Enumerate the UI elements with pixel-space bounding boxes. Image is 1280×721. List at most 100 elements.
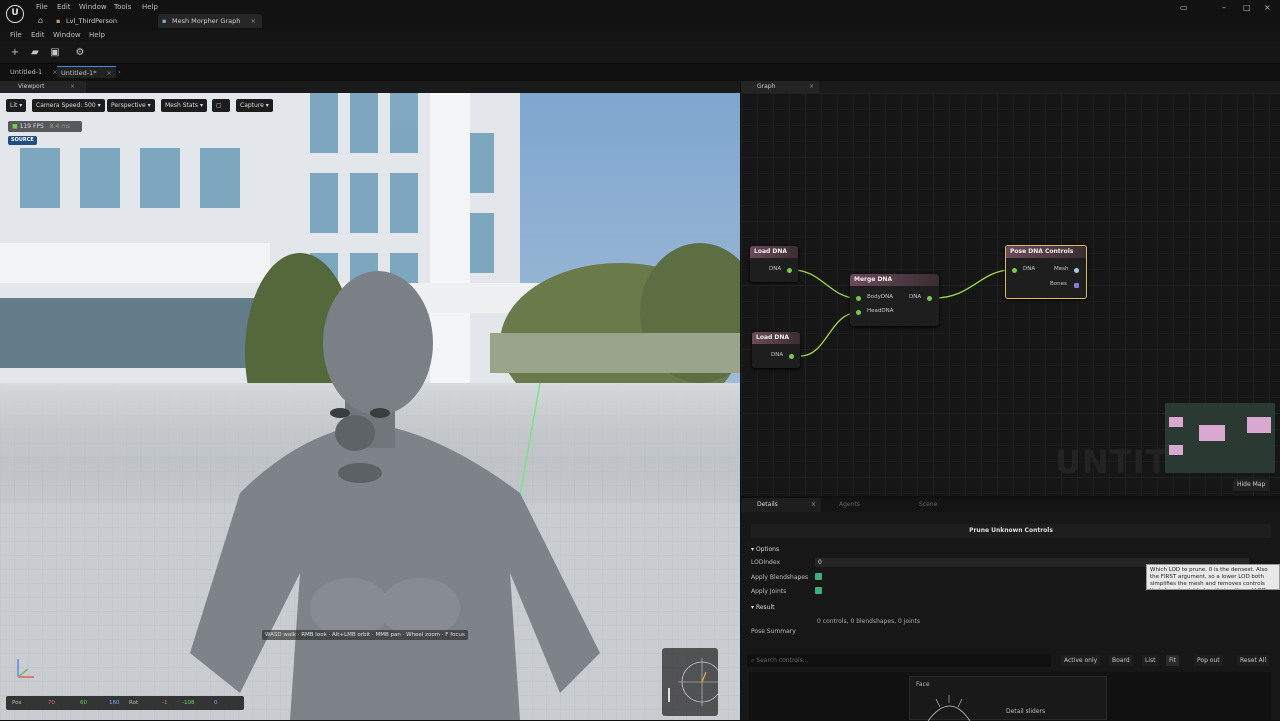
fps-status-icon: ■: [12, 123, 18, 130]
close-icon[interactable]: ×: [107, 69, 112, 77]
rot-y-value[interactable]: -108: [182, 696, 194, 710]
unreal-logo-icon[interactable]: U: [6, 5, 24, 23]
options-label: Options: [755, 546, 780, 553]
face-board[interactable]: Face Detail sliders: [909, 676, 1107, 721]
list-view-button[interactable]: List: [1142, 655, 1159, 666]
scene-background: [0, 93, 740, 720]
chevron-down-icon: ▾: [19, 102, 23, 109]
pin-dot[interactable]: [1012, 268, 1017, 273]
minimize-icon[interactable]: –: [1222, 3, 1226, 12]
fit-button[interactable]: Fit: [1166, 655, 1180, 666]
rot-z-value[interactable]: 0: [214, 696, 218, 710]
close-icon[interactable]: ×: [811, 498, 816, 512]
active-only-toggle[interactable]: Active only: [1061, 655, 1101, 666]
detail-sliders-label: Detail sliders: [1006, 708, 1046, 715]
lit-mode-button[interactable]: Lit ▾: [6, 99, 27, 112]
tab-mesh-morpher-graph[interactable]: ▪ Mesh Morpher Graph ×: [158, 14, 262, 28]
pos-x-value[interactable]: 70: [48, 696, 55, 710]
chevron-down-icon: ▾: [265, 102, 269, 109]
minimap-node: [1169, 445, 1183, 455]
fps-value: 119 FPS: [19, 123, 44, 130]
menu-help[interactable]: Help: [142, 3, 158, 11]
perspective-button[interactable]: Perspective ▾: [107, 99, 155, 112]
window-icon[interactable]: ▭: [1180, 3, 1188, 12]
pin-dna-out: DNA: [909, 294, 922, 300]
save-icon[interactable]: ▣: [49, 47, 61, 59]
editor-menu-file[interactable]: File: [10, 31, 22, 39]
maximize-icon[interactable]: □: [1243, 3, 1251, 12]
folder-icon[interactable]: ▰: [29, 47, 41, 59]
pin-dot[interactable]: [1074, 268, 1079, 273]
pop-out-button[interactable]: Pop out: [1194, 655, 1223, 666]
home-icon[interactable]: ⌂: [38, 16, 43, 25]
view-compass[interactable]: [662, 648, 726, 716]
editor-menu-edit[interactable]: Edit: [31, 31, 45, 39]
options-section[interactable]: ▾ Options: [751, 546, 779, 553]
lit-mode-label: Lit: [10, 102, 18, 109]
graph-minimap[interactable]: [1165, 403, 1275, 473]
board-view-button[interactable]: Board: [1109, 655, 1133, 666]
close-window-icon[interactable]: ×: [1264, 3, 1271, 12]
rot-x-value[interactable]: -1: [162, 696, 167, 710]
control-board[interactable]: Face Detail sliders: [749, 672, 1271, 721]
node-load-dna-2[interactable]: Load DNA DNA: [752, 332, 800, 368]
hint-zoom: Wheel zoom: [406, 632, 441, 638]
frame-button[interactable]: ▢: [212, 99, 230, 112]
node-graph[interactable]: UNTITLED Load DNA DNA Load DNA DNA Merge…: [741, 93, 1280, 496]
tab-viewport[interactable]: Viewport ×: [0, 81, 86, 93]
menu-edit[interactable]: Edit: [57, 3, 71, 11]
close-icon[interactable]: ×: [809, 81, 814, 93]
graph-icon: ▪: [162, 17, 167, 25]
search-controls-input[interactable]: ⌕ Search controls...: [747, 654, 1051, 667]
more-tabs-icon[interactable]: ›: [114, 66, 125, 78]
tab-agents[interactable]: Agents: [839, 498, 860, 512]
pin-head-dna: HeadDNA: [867, 308, 894, 314]
chevron-down-icon: ▾: [751, 546, 755, 553]
tab-details-label: Details: [757, 501, 778, 508]
apply-blendshapes-checkbox[interactable]: [815, 573, 822, 580]
node-load-dna-1[interactable]: Load DNA DNA: [750, 246, 798, 282]
menu-window[interactable]: Window: [79, 3, 107, 11]
tab-untitled-1-modified[interactable]: Untitled-1* ×: [57, 66, 116, 78]
pin-dot[interactable]: [1074, 283, 1079, 288]
tab-graph[interactable]: Graph ×: [741, 81, 819, 93]
details-header-title: Prune Unknown Controls: [969, 527, 1053, 534]
menu-tools[interactable]: Tools: [114, 3, 131, 11]
viewport[interactable]: Lit ▾ Camera Speed: 500 ▾ Perspective ▾ …: [0, 93, 740, 720]
editor-menu-help[interactable]: Help: [89, 31, 105, 39]
result-section[interactable]: ▾ Result: [751, 604, 774, 611]
tab-details[interactable]: Details ×: [741, 498, 821, 512]
pos-z-value[interactable]: 160: [109, 696, 120, 710]
tab-untitled-1[interactable]: Untitled-1 ×: [6, 66, 62, 78]
hint-focus: F focus: [445, 632, 465, 638]
capture-button[interactable]: Capture ▾: [236, 99, 273, 112]
apply-joints-checkbox[interactable]: [815, 587, 822, 594]
source-badge: SOURCE: [8, 136, 37, 145]
mesh-stats-button[interactable]: Mesh Stats ▾: [161, 99, 207, 112]
pin-dot[interactable]: [927, 296, 932, 301]
close-icon[interactable]: ×: [251, 14, 256, 28]
hide-map-button[interactable]: Hide Map: [1233, 479, 1270, 491]
node-pose-dna-controls[interactable]: Pose DNA Controls DNA Mesh Bones: [1005, 245, 1087, 299]
tab-untitled-1-label: Untitled-1: [10, 68, 43, 76]
pin-dot[interactable]: [856, 310, 861, 315]
pin-dot[interactable]: [789, 354, 794, 359]
settings-icon[interactable]: ⚙: [74, 47, 86, 59]
close-icon[interactable]: ×: [70, 81, 75, 93]
camera-speed-button[interactable]: Camera Speed: 500 ▾: [32, 99, 105, 112]
editor-menu-window[interactable]: Window: [53, 31, 81, 39]
chevron-down-icon: ▾: [199, 102, 203, 109]
pin-dot[interactable]: [787, 268, 792, 273]
frame-time-value: 8.4 ms: [49, 123, 71, 130]
level-icon: ▪: [56, 17, 61, 25]
node-merge-dna[interactable]: Merge DNA BodyDNA DNA HeadDNA: [850, 274, 939, 326]
tab-untitled-1-modified-label: Untitled-1*: [61, 69, 97, 77]
tab-scene[interactable]: Scene: [919, 498, 937, 512]
pos-y-value[interactable]: 60: [80, 696, 87, 710]
pin-dot[interactable]: [856, 296, 861, 301]
tab-level[interactable]: ▪ Lvl_ThirdPerson: [52, 14, 152, 28]
menu-file[interactable]: File: [36, 3, 48, 11]
add-icon[interactable]: +: [9, 47, 21, 59]
reset-all-button[interactable]: Reset All: [1237, 655, 1270, 666]
hint-pan: MMB pan: [375, 632, 401, 638]
